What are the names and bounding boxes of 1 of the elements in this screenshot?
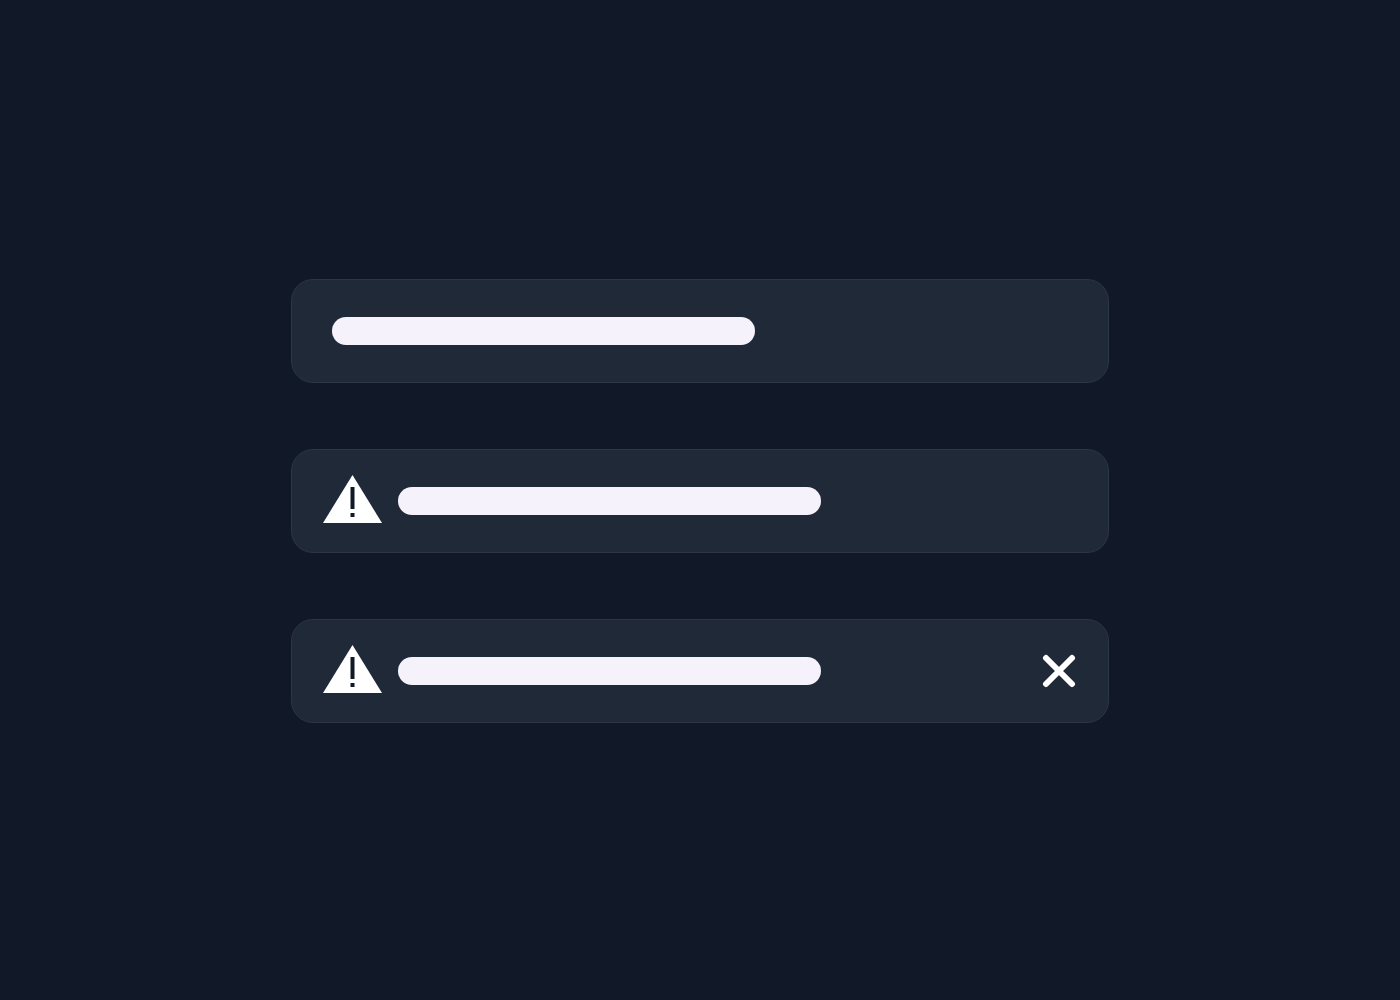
close-icon[interactable] bbox=[1042, 654, 1076, 688]
